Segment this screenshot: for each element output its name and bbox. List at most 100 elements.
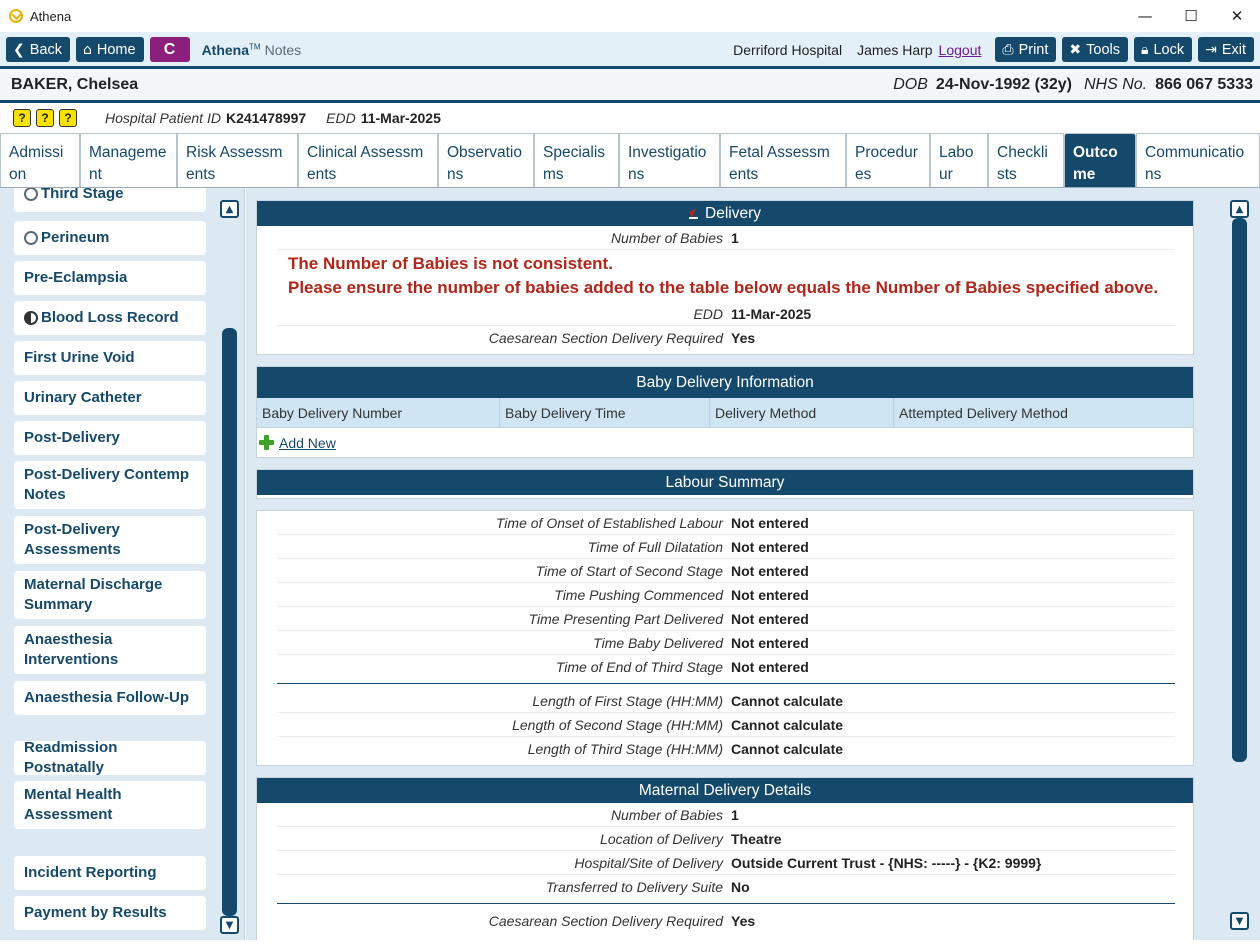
alert-help-icon[interactable]: ?: [36, 109, 54, 127]
labour-summary-row: Time of Start of Second Stage Not entere…: [277, 559, 1175, 583]
add-plus-icon[interactable]: [259, 435, 274, 450]
print-button[interactable]: ⎙ Print: [995, 37, 1057, 62]
athena-logo-icon: [9, 9, 23, 23]
add-new-row: Add New: [257, 428, 1193, 457]
caesarean-required-row: Caesarean Section Delivery Required Yes: [277, 909, 1175, 933]
field-label: Hospital/Site of Delivery: [574, 854, 723, 871]
tab-outcome[interactable]: Outcome: [1064, 133, 1136, 187]
patient-name: BAKER, Chelsea: [11, 75, 139, 93]
sidebar-item-label: Post-Delivery: [24, 429, 120, 446]
minimize-button[interactable]: —: [1122, 0, 1168, 32]
sidebar-item-urinary-catheter[interactable]: Urinary Catheter: [14, 381, 206, 415]
printer-icon: ⎙: [1002, 41, 1014, 58]
main-scrollbar[interactable]: ▲ ▼: [1230, 200, 1249, 930]
edd-row: EDD 11-Mar-2025: [277, 302, 1175, 326]
patient-identifiers: DOB 24-Nov-1992 (32y) NHS No. 866 067 53…: [893, 69, 1253, 100]
chevron-left-icon: ❮: [13, 41, 25, 58]
alert-help-icon[interactable]: ?: [13, 109, 31, 127]
sidebar: Third Stage Perineum Pre-Eclampsia Blood…: [0, 188, 245, 940]
nhs-label: NHS No.: [1084, 75, 1148, 93]
field-label: Time of Onset of Established Labour: [495, 514, 723, 531]
sidebar-item-post-delivery-assessments[interactable]: Post-Delivery Assessments: [14, 516, 206, 564]
close-button[interactable]: ✕: [1214, 0, 1260, 32]
field-value: No: [731, 879, 750, 895]
sidebar-item-label: Readmission Postnatally: [24, 739, 118, 776]
field-label: Length of Third Stage (HH:MM): [527, 741, 723, 757]
hospital-name: Derriford Hospital: [733, 41, 843, 58]
tab-clinical-assessments[interactable]: Clinical Assessments: [298, 133, 438, 187]
sidebar-item-mental-health-assessment[interactable]: Mental Health Assessment: [14, 781, 206, 829]
tab-management[interactable]: Management: [80, 133, 177, 187]
sidebar-item-payment-by-results[interactable]: Payment by Results: [14, 896, 206, 930]
sidebar-item-readmission-postnatally[interactable]: Readmission Postnatally: [14, 739, 206, 776]
column-header[interactable]: Delivery Method: [710, 398, 894, 427]
column-header[interactable]: Attempted Delivery Method: [894, 398, 1193, 427]
exit-button[interactable]: ⇥ Exit: [1198, 37, 1254, 62]
home-button-label: Home: [96, 41, 136, 58]
sidebar-item-post-delivery[interactable]: Post-Delivery: [14, 421, 206, 455]
maximize-button[interactable]: ☐: [1168, 0, 1214, 32]
tools-button-label: Tools: [1086, 41, 1120, 58]
column-header[interactable]: Baby Delivery Time: [500, 398, 710, 427]
delivery-panel: Delivery Number of Babies 1 The Number o…: [256, 200, 1194, 355]
sidebar-item-label: First Urine Void: [24, 349, 135, 366]
tab-checklists[interactable]: Checklists: [988, 133, 1064, 187]
scroll-up-icon[interactable]: ▲: [220, 200, 239, 218]
field-value: 1: [731, 229, 739, 246]
user-name: James Harp: [857, 41, 933, 58]
sidebar-item-anaesthesia-follow-up[interactable]: Anaesthesia Follow-Up: [14, 681, 206, 715]
tab-specialisms[interactable]: Specialisms: [534, 133, 619, 187]
alert-help-icon[interactable]: ?: [59, 109, 77, 127]
field-value: Not entered: [731, 586, 809, 603]
tab-labour[interactable]: Labour: [930, 133, 988, 187]
sidebar-item-label: Incident Reporting: [24, 864, 157, 881]
sidebar-item-maternal-discharge-summary[interactable]: Maternal Discharge Summary: [14, 571, 206, 619]
add-new-link[interactable]: Add New: [279, 435, 336, 451]
scroll-up-icon[interactable]: ▲: [1230, 200, 1249, 218]
sidebar-item-blood-loss-record[interactable]: Blood Loss Record: [14, 301, 206, 335]
field-label: Caesarean Section Delivery Required: [488, 330, 723, 346]
sidebar-item-perineum[interactable]: Perineum: [14, 221, 206, 255]
column-header[interactable]: Baby Delivery Number: [257, 398, 500, 427]
field-label: Time Baby Delivered: [593, 634, 723, 651]
field-value: Cannot calculate: [731, 692, 844, 709]
tab-observations[interactable]: Observations: [438, 133, 534, 187]
brand-title: AthenaTM Notes: [202, 42, 302, 58]
stage-length-row: Length of Third Stage (HH:MM) Cannot cal…: [277, 737, 1175, 761]
field-value: Not entered: [731, 538, 809, 555]
sidebar-item-third-stage[interactable]: Third Stage: [14, 188, 206, 212]
back-button[interactable]: ❮ Back: [6, 37, 70, 62]
dob-value: 24-Nov-1992 (32y): [935, 75, 1072, 93]
sidebar-item-post-delivery-contemp-notes[interactable]: Post-Delivery Contemp Notes: [14, 461, 206, 509]
field-value: Outside Current Trust - {NHS: -----} - {…: [731, 854, 1042, 871]
labour-summary-row: Time Baby Delivered Not entered: [277, 631, 1175, 655]
logout-link[interactable]: Logout: [939, 42, 982, 58]
tab-fetal-assessments[interactable]: Fetal Assessments: [720, 133, 846, 187]
baby-delivery-panel: Baby Delivery Information Baby Delivery …: [256, 366, 1194, 458]
home-button[interactable]: ⌂ Home: [75, 37, 144, 62]
home-icon: ⌂: [82, 41, 92, 58]
sidebar-scroll-thumb[interactable]: [222, 328, 237, 916]
field-label: Number of Babies: [610, 229, 723, 246]
scroll-down-icon[interactable]: ▼: [220, 916, 239, 934]
tab-communications[interactable]: Communications: [1136, 133, 1260, 187]
field-label: Transferred to Delivery Suite: [545, 879, 723, 895]
scroll-down-icon[interactable]: ▼: [1230, 912, 1249, 930]
sidebar-item-incident-reporting[interactable]: Incident Reporting: [14, 856, 206, 890]
maternal-delivery-panel-header: Maternal Delivery Details: [257, 778, 1193, 803]
tools-button[interactable]: ✖ Tools: [1062, 37, 1128, 62]
sidebar-item-anaesthesia-interventions[interactable]: Anaesthesia Interventions: [14, 626, 206, 674]
sidebar-scrollbar[interactable]: ▲ ▼: [220, 200, 239, 934]
main-scroll-thumb[interactable]: [1232, 218, 1247, 762]
sidebar-item-label: Mental Health Assessment: [24, 786, 122, 823]
edd-label: EDD: [326, 110, 356, 126]
lock-button[interactable]: 🔒︎ Lock: [1134, 37, 1193, 62]
sidebar-item-first-urine-void[interactable]: First Urine Void: [14, 341, 206, 375]
c-button[interactable]: C: [149, 37, 190, 62]
field-value: 11-Mar-2025: [731, 305, 812, 322]
tab-procedures[interactable]: Procedures: [846, 133, 930, 187]
tab-risk-assessments[interactable]: Risk Assessments: [177, 133, 298, 187]
sidebar-item-pre-eclampsia[interactable]: Pre-Eclampsia: [14, 261, 206, 295]
tab-admission[interactable]: Admission: [0, 133, 80, 187]
tab-investigations[interactable]: Investigations: [619, 133, 720, 187]
